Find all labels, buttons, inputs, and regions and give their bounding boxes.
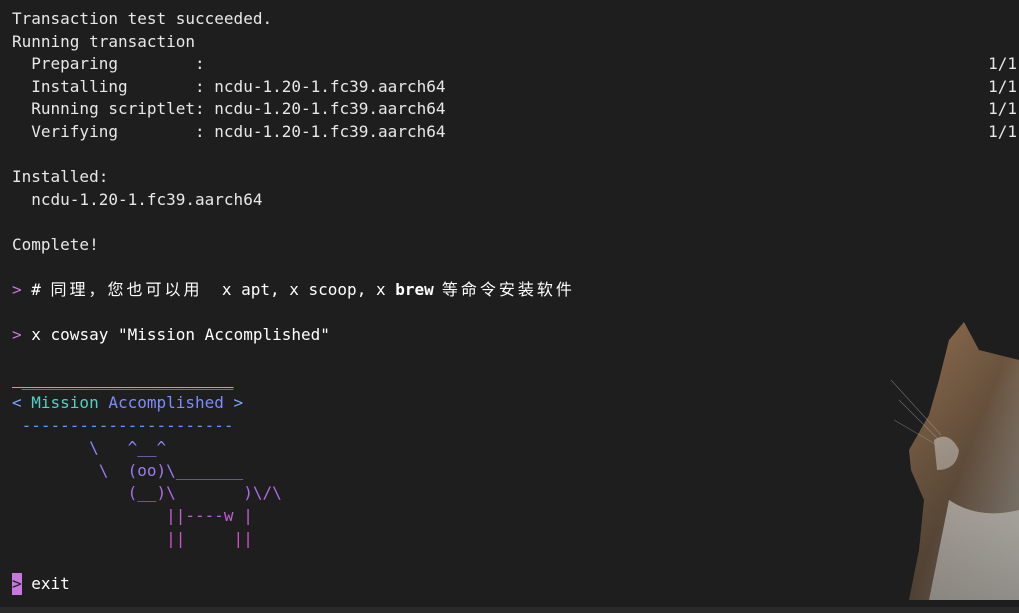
command-line: > x cowsay "Mission Accomplished" (12, 324, 1019, 347)
terminal-output: Transaction test succeeded. Running tran… (12, 8, 1019, 596)
active-prompt-line[interactable]: > exit (12, 572, 1019, 596)
output-line: Transaction test succeeded. (12, 8, 1019, 31)
output-text: Installed: (12, 167, 109, 187)
output-line: Installing : ncdu-1.20-1.fc39.aarch64 1/1 (12, 76, 1019, 99)
output-line: Installed: (12, 166, 1019, 189)
output-text: Running scriptlet: ncdu-1.20-1.fc39.aarc… (12, 99, 446, 119)
prompt-symbol: > (12, 280, 22, 300)
command-text: x apt, x scoop, x (202, 280, 396, 300)
command-text: 同理，您也可以用 (50, 280, 203, 300)
cowsay-bubble-bottom: ---------------------- (12, 415, 234, 435)
cowsay-cow-line: \ ^__^ (12, 438, 167, 458)
progress-count: 1/1 (988, 76, 1017, 96)
bubble-text: Mission (31, 393, 109, 413)
output-line: Running transaction (12, 31, 1019, 54)
prompt-symbol: > (12, 325, 22, 345)
cowsay-cow-line: || || (12, 528, 253, 548)
output-text: Transaction test succeeded. (12, 9, 273, 28)
cat-background-image (889, 320, 1019, 600)
command-input[interactable]: exit (22, 574, 70, 593)
progress-count: 1/1 (988, 54, 1017, 74)
command-text: 等命令安装软件 (433, 280, 575, 300)
command-text: x cowsay "Mission Accomplished" (21, 325, 330, 345)
cowsay-cow-line: (__)\ )\/\ (12, 483, 282, 503)
output-line: Verifying : ncdu-1.20-1.fc39.aarch64 1/1 (12, 121, 1019, 144)
output-line: Preparing : 1/1 (12, 53, 1019, 76)
bubble-bracket: > (223, 393, 244, 413)
output-text: Verifying : ncdu-1.20-1.fc39.aarch64 (12, 121, 446, 141)
cursor: > (12, 572, 22, 596)
status-divider (0, 607, 1019, 613)
output-text: Installing : ncdu-1.20-1.fc39.aarch64 (12, 76, 446, 96)
command-text: brew (395, 280, 434, 300)
command-text: # (21, 280, 51, 300)
output-text: Running transaction (12, 31, 196, 51)
output-text: Preparing : (12, 54, 205, 74)
progress-count: 1/1 (988, 99, 1017, 119)
output-text: Complete! (12, 234, 99, 254)
bubble-bracket: < (12, 393, 32, 413)
cowsay-cow-line: \ (oo)\_______ (12, 460, 244, 480)
command-line: > # 同理，您也可以用 x apt, x scoop, x brew 等命令安… (12, 279, 1019, 302)
progress-count: 1/1 (988, 121, 1017, 141)
output-line: Complete! (12, 234, 1019, 257)
output-line: ncdu-1.20-1.fc39.aarch64 (12, 189, 1019, 212)
output-text: ncdu-1.20-1.fc39.aarch64 (12, 189, 263, 209)
cowsay-bubble-message: < Mission Accomplished > (12, 392, 1019, 415)
terminal-window[interactable]: Transaction test succeeded. Running tran… (0, 0, 1019, 613)
bubble-text: Accomplished (108, 393, 224, 413)
output-line: Running scriptlet: ncdu-1.20-1.fc39.aarc… (12, 98, 1019, 121)
cowsay-cow-line: ||----w | (12, 506, 253, 526)
cowsay-bubble-top: ______________________ (12, 370, 234, 390)
